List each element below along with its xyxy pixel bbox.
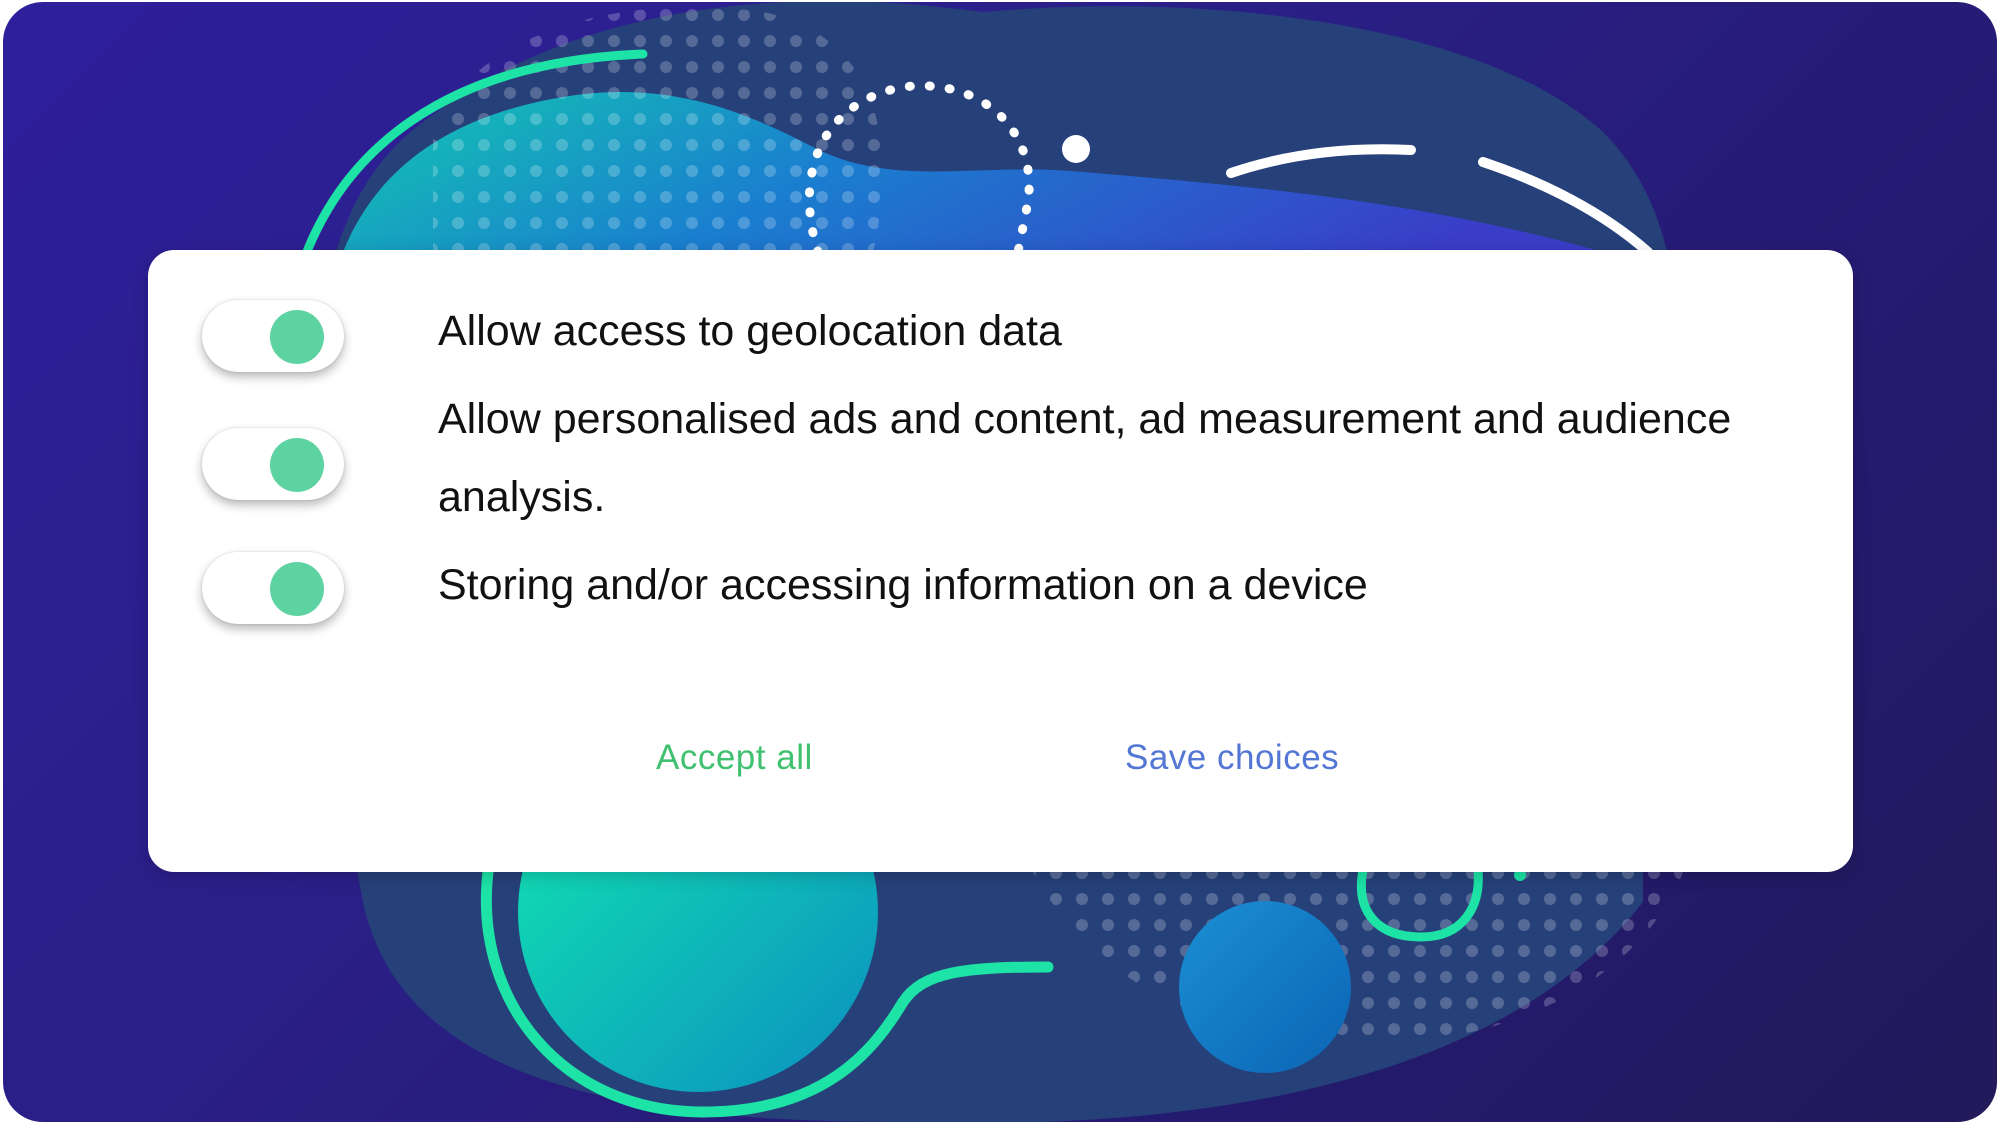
personalised-ads-label: Allow personalised ads and content, ad m…	[438, 395, 1732, 521]
save-choices-button[interactable]: Save choices	[1125, 728, 1339, 788]
device-storage-label: Storing and/or accessing information on …	[438, 561, 1368, 609]
accept-all-button[interactable]: Accept all	[656, 728, 813, 788]
white-dot	[1062, 135, 1090, 163]
dialog-actions: Accept all Save choices	[148, 728, 1853, 788]
personalised-ads-toggle[interactable]	[202, 428, 344, 500]
dot-pattern-top	[433, 7, 883, 252]
toggle-knob-icon	[270, 562, 324, 616]
geolocation-label: Allow access to geolocation data	[438, 307, 1062, 355]
consent-dialog: Allow access to geolocation data Allow p…	[148, 250, 1853, 872]
geolocation-toggle[interactable]	[202, 300, 344, 372]
device-storage-toggle[interactable]	[202, 552, 344, 624]
toggle-knob-icon	[270, 438, 324, 492]
bottom-blue-circle	[1179, 901, 1351, 1073]
toggle-knob-icon	[270, 310, 324, 364]
